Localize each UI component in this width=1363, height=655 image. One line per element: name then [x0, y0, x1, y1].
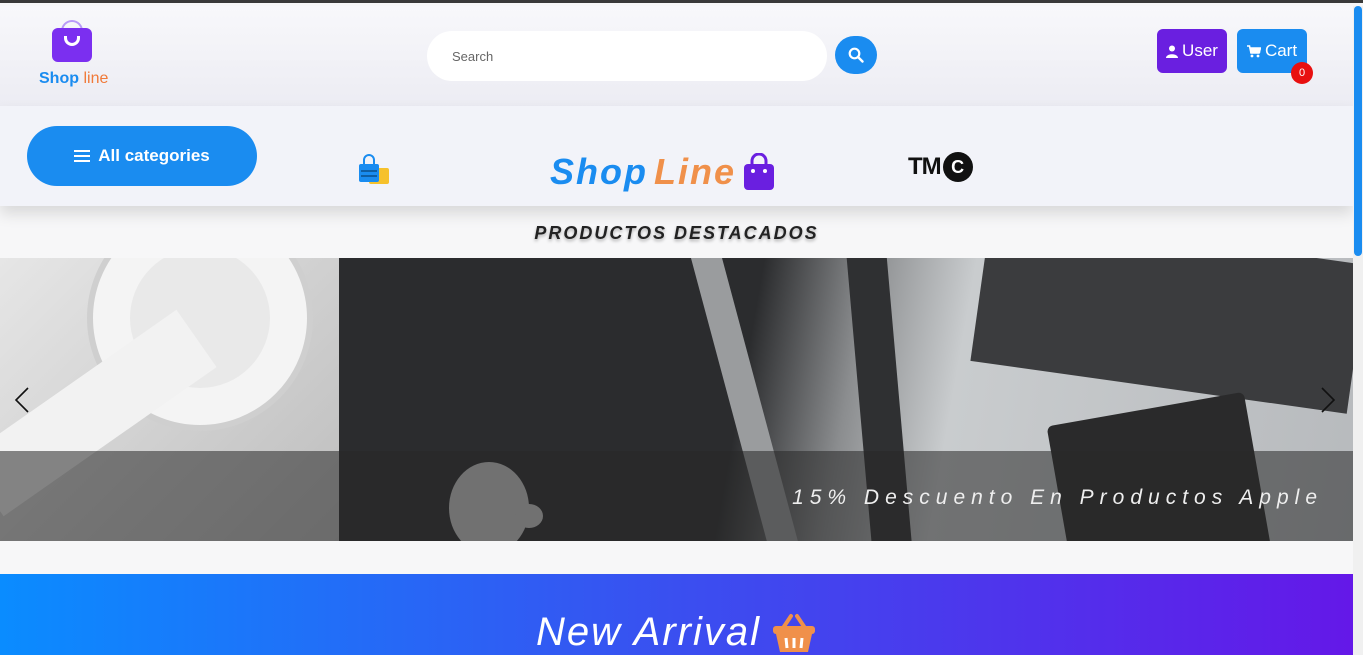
brand-logo-shopping-bags[interactable] — [357, 154, 391, 186]
brand-logo-tmc[interactable]: TM C — [908, 152, 973, 182]
featured-products-title: PRODUCTOS DESTACADOS — [534, 223, 819, 243]
cart-icon — [1246, 44, 1261, 57]
shopping-bag-icon — [744, 153, 774, 190]
search-icon — [848, 47, 864, 63]
all-categories-button[interactable]: All categories — [27, 126, 257, 186]
category-nav: All categories Shop Line TM C — [0, 106, 1353, 206]
cart-button-label: Cart — [1264, 41, 1298, 60]
carousel-prev-button[interactable] — [12, 386, 32, 414]
logo-word-line: line — [83, 70, 109, 87]
shopping-bags-icon — [359, 154, 389, 184]
featured-carousel[interactable]: 15% Descuento En Productos Apple — [0, 258, 1353, 541]
logo-word-shop: Shop — [39, 70, 79, 87]
logo-text: Shop line — [39, 70, 108, 88]
new-arrival-section: New Arrival — [0, 574, 1353, 655]
all-categories-label: All categories — [98, 146, 210, 165]
top-header: Shop line User Cart 0 — [0, 6, 1353, 106]
brand-logo-shopline[interactable]: Shop Line — [550, 150, 776, 194]
shopline-logo[interactable]: Shop line — [36, 20, 116, 90]
brand-tmc-c: C — [942, 152, 973, 182]
search-button[interactable] — [835, 36, 877, 74]
user-icon — [1166, 45, 1179, 58]
carousel-next-button[interactable] — [1318, 386, 1338, 414]
brand-shopline-part2: Line — [653, 151, 736, 192]
carousel-caption: 15% Descuento En Productos Apple — [792, 486, 1323, 509]
user-button-label: User — [1182, 41, 1218, 60]
page-scrollbar[interactable] — [1353, 6, 1363, 655]
chevron-right-icon — [1321, 387, 1336, 413]
brand-tmc-tm: TM — [908, 153, 942, 180]
user-button[interactable]: User — [1157, 29, 1227, 73]
basket-icon — [773, 613, 815, 652]
new-arrival-title: New Arrival — [536, 610, 761, 654]
chevron-left-icon — [14, 387, 29, 413]
scrollbar-thumb[interactable] — [1354, 6, 1362, 256]
hamburger-icon — [74, 150, 91, 162]
cart-count-badge: 0 — [1291, 62, 1313, 84]
brand-shopline-part1: Shop — [550, 151, 648, 192]
search-input[interactable] — [427, 31, 827, 81]
